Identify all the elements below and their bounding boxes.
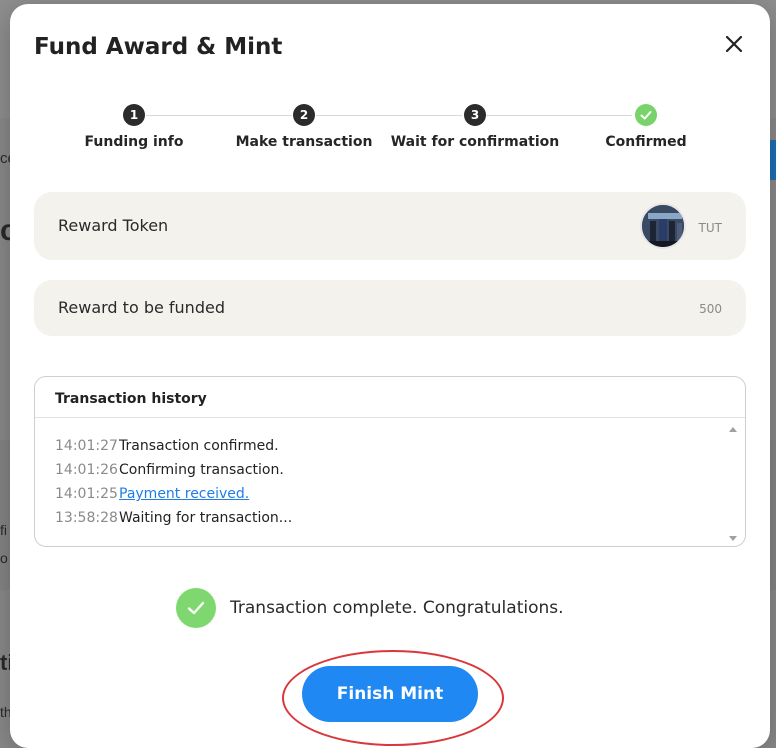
history-title: Transaction history <box>35 377 745 418</box>
log-message: Waiting for transaction... <box>119 510 293 526</box>
check-icon <box>640 111 652 120</box>
log-time: 13:58:28 <box>55 510 118 526</box>
step-number: 2 <box>293 104 315 126</box>
log-entry: 14:01:25Payment received. <box>55 486 721 510</box>
step-label: Make transaction <box>235 134 373 150</box>
reward-amount-field: Reward to be funded 500 <box>34 280 746 336</box>
finish-mint-button[interactable]: Finish Mint <box>302 666 478 722</box>
step-label: Confirmed <box>605 134 687 150</box>
reward-token-symbol: TUT <box>698 221 722 235</box>
step-label: Funding info <box>84 134 184 150</box>
step-wait-confirmation: 3 Wait for confirmation <box>385 104 565 150</box>
reward-token-label: Reward Token <box>58 216 169 235</box>
log-entry: 14:01:26Confirming transaction. <box>55 462 721 486</box>
token-avatar <box>640 203 686 249</box>
background-text: fi <box>0 522 7 538</box>
log-time: 14:01:27 <box>55 438 118 454</box>
fund-award-modal: Fund Award & Mint 1 Funding info 2 Make … <box>10 4 770 748</box>
close-icon <box>725 35 743 53</box>
modal-title: Fund Award & Mint <box>34 34 283 60</box>
scroll-up-icon[interactable] <box>729 427 737 432</box>
token-image <box>642 205 684 247</box>
history-scrollbar[interactable] <box>721 419 745 546</box>
payment-received-link[interactable]: Payment received. <box>119 486 249 502</box>
close-button[interactable] <box>724 34 744 54</box>
transaction-history-panel: Transaction history 14:01:27Transaction … <box>34 376 746 547</box>
reward-amount-value: 500 <box>699 302 722 316</box>
log-entry: 14:01:27Transaction confirmed. <box>55 438 721 462</box>
log-message: Confirming transaction. <box>119 462 284 478</box>
background-text: o <box>0 550 8 566</box>
progress-stepper: 1 Funding info 2 Make transaction 3 Wait… <box>10 104 770 164</box>
completion-message: Transaction complete. Congratulations. <box>230 598 564 618</box>
log-entry: 13:58:28Waiting for transaction... <box>55 510 721 534</box>
step-label: Wait for confirmation <box>390 134 560 150</box>
check-circle-icon <box>176 588 216 628</box>
log-time: 14:01:25 <box>55 486 118 502</box>
scroll-down-icon[interactable] <box>729 536 737 541</box>
step-number: 1 <box>123 104 145 126</box>
reward-token-field: Reward Token TUT <box>34 192 746 260</box>
step-make-transaction: 2 Make transaction <box>214 104 394 150</box>
step-confirmed: Confirmed <box>556 104 736 150</box>
step-number: 3 <box>464 104 486 126</box>
check-icon <box>187 601 205 615</box>
step-funding-info: 1 Funding info <box>44 104 224 150</box>
reward-amount-label: Reward to be funded <box>58 298 225 317</box>
history-log[interactable]: 14:01:27Transaction confirmed. 14:01:26C… <box>35 419 721 546</box>
step-done-circle <box>635 104 657 126</box>
log-time: 14:01:26 <box>55 462 118 478</box>
log-message: Transaction confirmed. <box>119 438 279 454</box>
